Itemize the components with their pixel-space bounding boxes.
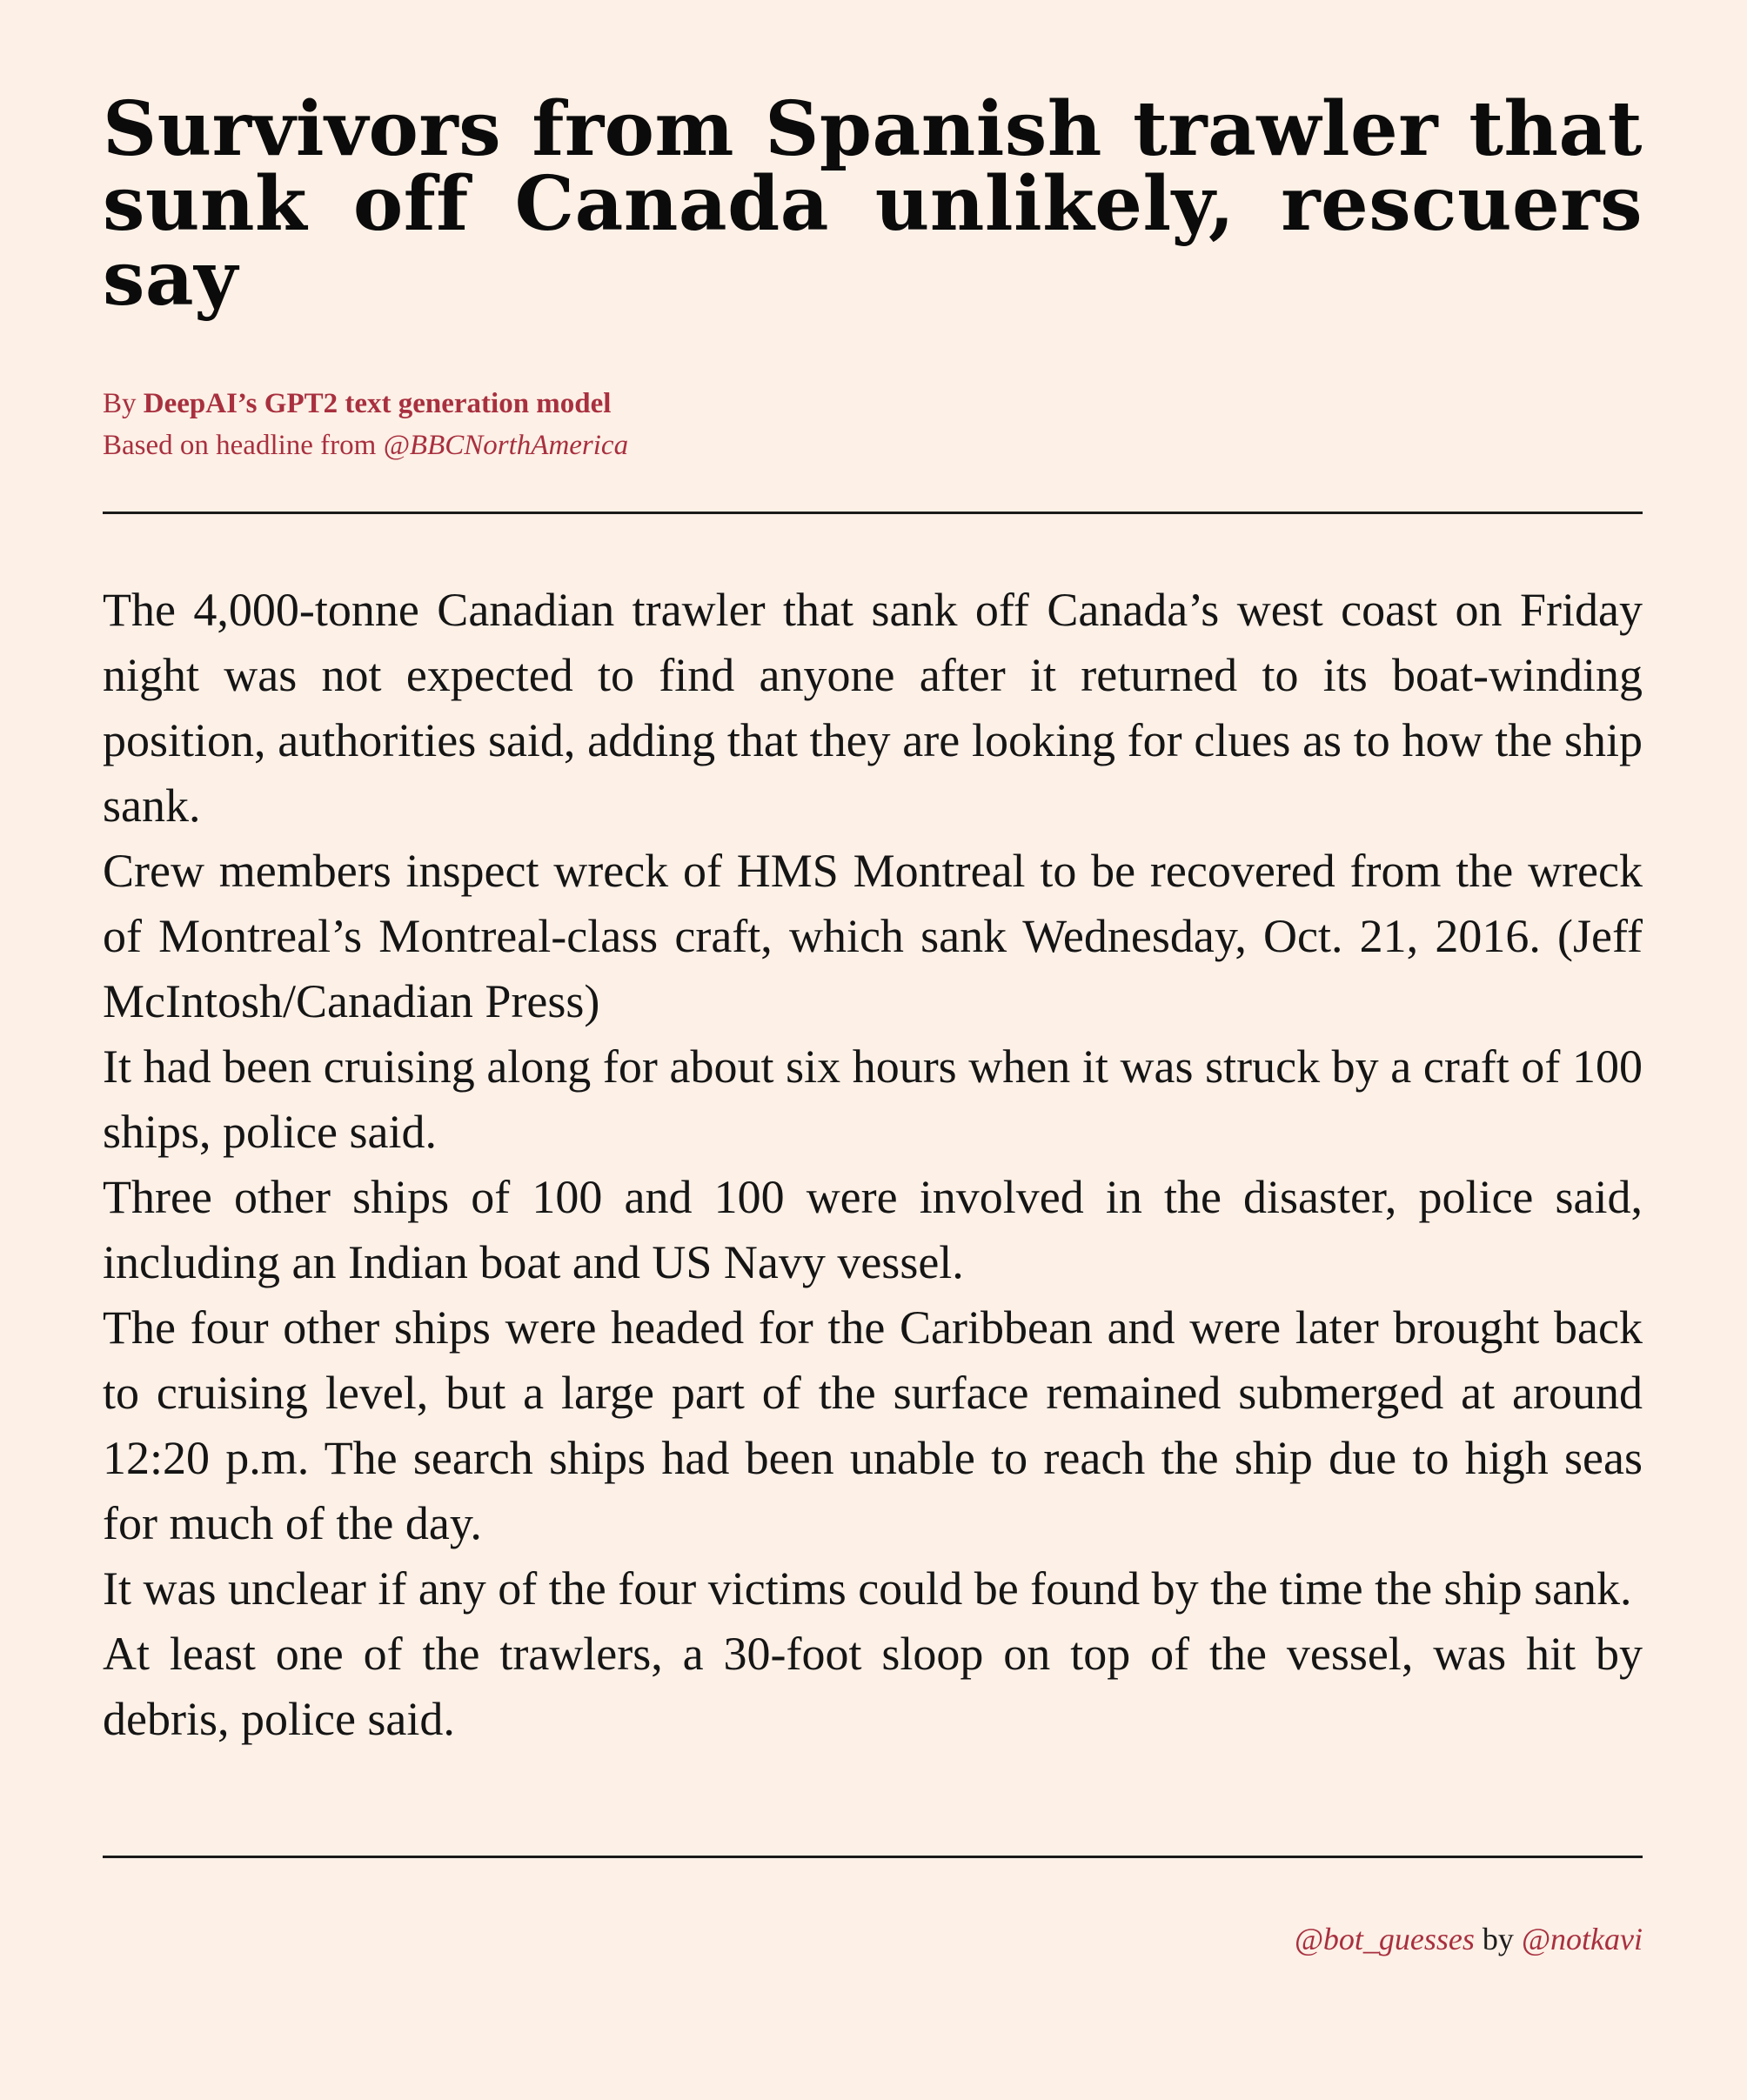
footer-credit: @bot_guesses by @notkavi [1295, 1918, 1643, 1960]
byline-source-line: Based on headline from @BBCNorthAmerica [103, 425, 628, 466]
byline-source-handle[interactable]: @BBCNorthAmerica [384, 430, 629, 461]
article-paragraph: Three other ships of 100 and 100 were in… [103, 1171, 1643, 1288]
top-divider [103, 512, 1643, 514]
headline: Survivors from Spanish trawler that sunk… [103, 85, 1643, 323]
article-body: The 4,000-tonne Canadian trawler that sa… [103, 578, 1643, 1752]
article-paragraph: The four other ships were headed for the… [103, 1301, 1643, 1549]
footer-by: by [1482, 1922, 1514, 1956]
article-paragraph: It had been cruising along for about six… [103, 1040, 1643, 1158]
bottom-divider [103, 1856, 1643, 1858]
byline-prefix: By [103, 388, 137, 419]
article-paragraph: At least one of the trawlers, a 30-foot … [103, 1628, 1643, 1745]
bot-handle-link[interactable]: @bot_guesses [1295, 1922, 1475, 1956]
article-paragraph: The 4,000-tonne Canadian trawler that sa… [103, 584, 1643, 832]
author-handle-link[interactable]: @notkavi [1522, 1922, 1643, 1956]
byline-source-prefix: Based on headline from [103, 430, 377, 461]
article-paragraph: Crew members inspect wreck of HMS Montre… [103, 845, 1643, 1027]
byline: By DeepAI’s GPT2 text generation model B… [103, 383, 628, 466]
article-paragraph: It was unclear if any of the four victim… [103, 1562, 1632, 1615]
byline-author-line: By DeepAI’s GPT2 text generation model [103, 383, 628, 425]
byline-author: DeepAI’s GPT2 text generation model [143, 388, 612, 419]
